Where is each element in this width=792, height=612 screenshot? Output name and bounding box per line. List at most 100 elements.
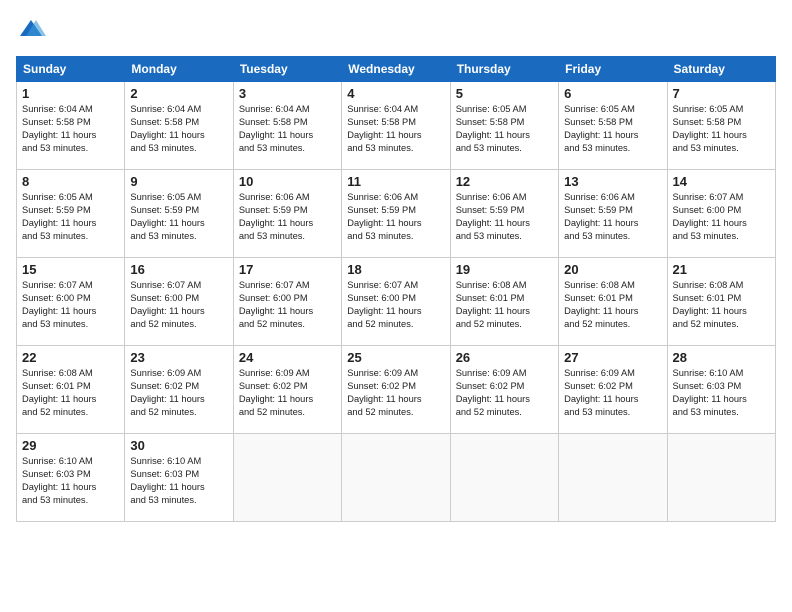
day-header: Saturday <box>667 57 775 82</box>
days-header-row: SundayMondayTuesdayWednesdayThursdayFrid… <box>17 57 776 82</box>
day-number: 4 <box>347 86 444 101</box>
calendar-cell: 3 Sunrise: 6:04 AMSunset: 5:58 PMDayligh… <box>233 82 341 170</box>
day-number: 8 <box>22 174 119 189</box>
calendar-cell: 21 Sunrise: 6:08 AMSunset: 6:01 PMDaylig… <box>667 258 775 346</box>
day-number: 3 <box>239 86 336 101</box>
day-number: 13 <box>564 174 661 189</box>
day-header: Wednesday <box>342 57 450 82</box>
cell-info: Sunrise: 6:07 AMSunset: 6:00 PMDaylight:… <box>239 279 336 331</box>
calendar-row: 22 Sunrise: 6:08 AMSunset: 6:01 PMDaylig… <box>17 346 776 434</box>
cell-info: Sunrise: 6:04 AMSunset: 5:58 PMDaylight:… <box>22 103 119 155</box>
calendar-cell: 1 Sunrise: 6:04 AMSunset: 5:58 PMDayligh… <box>17 82 125 170</box>
calendar-cell: 18 Sunrise: 6:07 AMSunset: 6:00 PMDaylig… <box>342 258 450 346</box>
calendar-cell <box>559 434 667 522</box>
calendar-cell: 23 Sunrise: 6:09 AMSunset: 6:02 PMDaylig… <box>125 346 233 434</box>
day-number: 25 <box>347 350 444 365</box>
cell-info: Sunrise: 6:09 AMSunset: 6:02 PMDaylight:… <box>564 367 661 419</box>
cell-info: Sunrise: 6:05 AMSunset: 5:58 PMDaylight:… <box>456 103 553 155</box>
day-number: 6 <box>564 86 661 101</box>
day-number: 14 <box>673 174 770 189</box>
cell-info: Sunrise: 6:09 AMSunset: 6:02 PMDaylight:… <box>347 367 444 419</box>
day-number: 18 <box>347 262 444 277</box>
calendar-cell: 14 Sunrise: 6:07 AMSunset: 6:00 PMDaylig… <box>667 170 775 258</box>
cell-info: Sunrise: 6:04 AMSunset: 5:58 PMDaylight:… <box>347 103 444 155</box>
calendar-cell: 2 Sunrise: 6:04 AMSunset: 5:58 PMDayligh… <box>125 82 233 170</box>
calendar-cell: 4 Sunrise: 6:04 AMSunset: 5:58 PMDayligh… <box>342 82 450 170</box>
cell-info: Sunrise: 6:09 AMSunset: 6:02 PMDaylight:… <box>130 367 227 419</box>
day-header: Tuesday <box>233 57 341 82</box>
cell-info: Sunrise: 6:05 AMSunset: 5:59 PMDaylight:… <box>22 191 119 243</box>
cell-info: Sunrise: 6:05 AMSunset: 5:59 PMDaylight:… <box>130 191 227 243</box>
day-number: 9 <box>130 174 227 189</box>
calendar-cell: 24 Sunrise: 6:09 AMSunset: 6:02 PMDaylig… <box>233 346 341 434</box>
logo <box>16 16 50 46</box>
day-number: 22 <box>22 350 119 365</box>
cell-info: Sunrise: 6:06 AMSunset: 5:59 PMDaylight:… <box>456 191 553 243</box>
calendar-cell <box>450 434 558 522</box>
calendar-cell: 5 Sunrise: 6:05 AMSunset: 5:58 PMDayligh… <box>450 82 558 170</box>
day-number: 21 <box>673 262 770 277</box>
calendar-cell: 8 Sunrise: 6:05 AMSunset: 5:59 PMDayligh… <box>17 170 125 258</box>
logo-icon <box>16 16 46 46</box>
calendar-cell: 6 Sunrise: 6:05 AMSunset: 5:58 PMDayligh… <box>559 82 667 170</box>
cell-info: Sunrise: 6:06 AMSunset: 5:59 PMDaylight:… <box>564 191 661 243</box>
cell-info: Sunrise: 6:06 AMSunset: 5:59 PMDaylight:… <box>239 191 336 243</box>
day-number: 23 <box>130 350 227 365</box>
day-number: 16 <box>130 262 227 277</box>
cell-info: Sunrise: 6:08 AMSunset: 6:01 PMDaylight:… <box>22 367 119 419</box>
cell-info: Sunrise: 6:10 AMSunset: 6:03 PMDaylight:… <box>130 455 227 507</box>
calendar-cell: 15 Sunrise: 6:07 AMSunset: 6:00 PMDaylig… <box>17 258 125 346</box>
calendar-cell: 20 Sunrise: 6:08 AMSunset: 6:01 PMDaylig… <box>559 258 667 346</box>
calendar-row: 15 Sunrise: 6:07 AMSunset: 6:00 PMDaylig… <box>17 258 776 346</box>
day-header: Thursday <box>450 57 558 82</box>
calendar-cell: 22 Sunrise: 6:08 AMSunset: 6:01 PMDaylig… <box>17 346 125 434</box>
day-number: 20 <box>564 262 661 277</box>
cell-info: Sunrise: 6:08 AMSunset: 6:01 PMDaylight:… <box>564 279 661 331</box>
calendar-row: 29 Sunrise: 6:10 AMSunset: 6:03 PMDaylig… <box>17 434 776 522</box>
day-number: 2 <box>130 86 227 101</box>
cell-info: Sunrise: 6:05 AMSunset: 5:58 PMDaylight:… <box>564 103 661 155</box>
cell-info: Sunrise: 6:07 AMSunset: 6:00 PMDaylight:… <box>22 279 119 331</box>
day-number: 5 <box>456 86 553 101</box>
cell-info: Sunrise: 6:08 AMSunset: 6:01 PMDaylight:… <box>456 279 553 331</box>
calendar-row: 8 Sunrise: 6:05 AMSunset: 5:59 PMDayligh… <box>17 170 776 258</box>
cell-info: Sunrise: 6:06 AMSunset: 5:59 PMDaylight:… <box>347 191 444 243</box>
day-header: Monday <box>125 57 233 82</box>
calendar-cell: 11 Sunrise: 6:06 AMSunset: 5:59 PMDaylig… <box>342 170 450 258</box>
calendar-row: 1 Sunrise: 6:04 AMSunset: 5:58 PMDayligh… <box>17 82 776 170</box>
day-number: 26 <box>456 350 553 365</box>
day-number: 24 <box>239 350 336 365</box>
day-number: 7 <box>673 86 770 101</box>
calendar-cell: 30 Sunrise: 6:10 AMSunset: 6:03 PMDaylig… <box>125 434 233 522</box>
calendar-cell <box>233 434 341 522</box>
cell-info: Sunrise: 6:09 AMSunset: 6:02 PMDaylight:… <box>456 367 553 419</box>
calendar-cell: 12 Sunrise: 6:06 AMSunset: 5:59 PMDaylig… <box>450 170 558 258</box>
day-number: 11 <box>347 174 444 189</box>
calendar-cell: 27 Sunrise: 6:09 AMSunset: 6:02 PMDaylig… <box>559 346 667 434</box>
day-number: 29 <box>22 438 119 453</box>
day-number: 17 <box>239 262 336 277</box>
day-number: 27 <box>564 350 661 365</box>
day-number: 1 <box>22 86 119 101</box>
cell-info: Sunrise: 6:09 AMSunset: 6:02 PMDaylight:… <box>239 367 336 419</box>
day-number: 30 <box>130 438 227 453</box>
calendar-cell: 19 Sunrise: 6:08 AMSunset: 6:01 PMDaylig… <box>450 258 558 346</box>
cell-info: Sunrise: 6:04 AMSunset: 5:58 PMDaylight:… <box>239 103 336 155</box>
header <box>16 16 776 46</box>
calendar-cell: 28 Sunrise: 6:10 AMSunset: 6:03 PMDaylig… <box>667 346 775 434</box>
calendar-cell: 10 Sunrise: 6:06 AMSunset: 5:59 PMDaylig… <box>233 170 341 258</box>
cell-info: Sunrise: 6:08 AMSunset: 6:01 PMDaylight:… <box>673 279 770 331</box>
day-header: Friday <box>559 57 667 82</box>
calendar-table: SundayMondayTuesdayWednesdayThursdayFrid… <box>16 56 776 522</box>
cell-info: Sunrise: 6:05 AMSunset: 5:58 PMDaylight:… <box>673 103 770 155</box>
calendar-cell: 7 Sunrise: 6:05 AMSunset: 5:58 PMDayligh… <box>667 82 775 170</box>
calendar-cell: 17 Sunrise: 6:07 AMSunset: 6:00 PMDaylig… <box>233 258 341 346</box>
day-header: Sunday <box>17 57 125 82</box>
calendar-cell <box>667 434 775 522</box>
cell-info: Sunrise: 6:04 AMSunset: 5:58 PMDaylight:… <box>130 103 227 155</box>
cell-info: Sunrise: 6:07 AMSunset: 6:00 PMDaylight:… <box>130 279 227 331</box>
cell-info: Sunrise: 6:10 AMSunset: 6:03 PMDaylight:… <box>673 367 770 419</box>
page: SundayMondayTuesdayWednesdayThursdayFrid… <box>0 0 792 612</box>
calendar-cell: 25 Sunrise: 6:09 AMSunset: 6:02 PMDaylig… <box>342 346 450 434</box>
day-number: 19 <box>456 262 553 277</box>
